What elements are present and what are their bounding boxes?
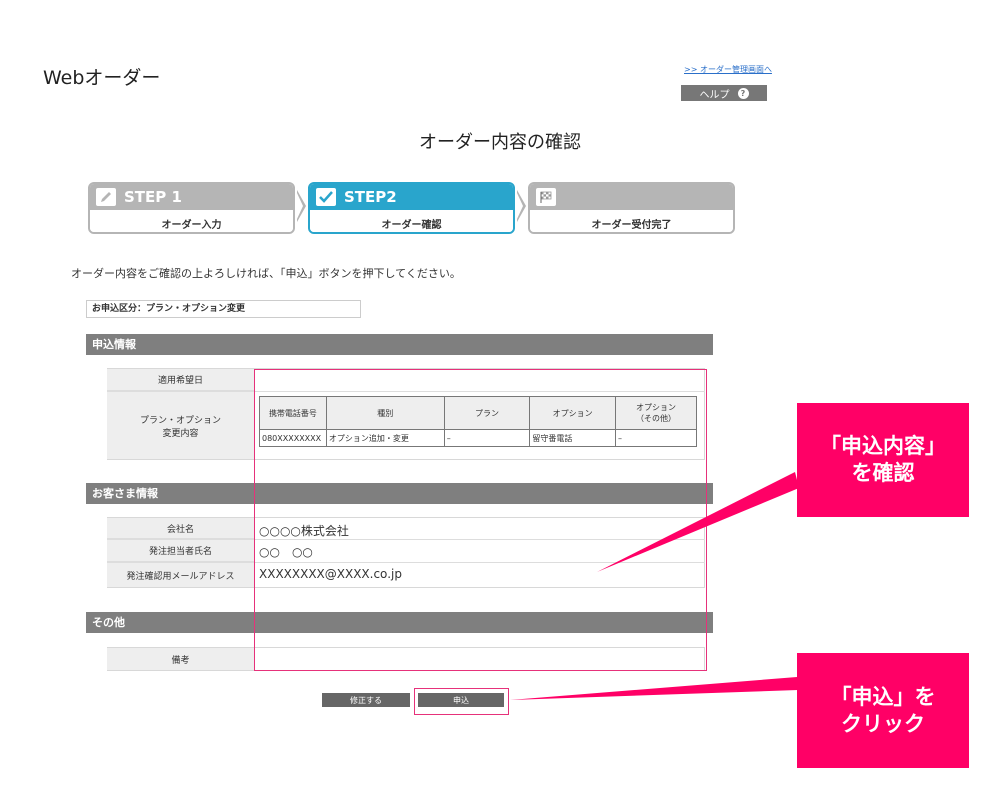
review-arrow [597,472,799,572]
click-callout-line1: 「申込」を [830,684,936,709]
review-callout-line1: 「申込内容」 [820,434,946,458]
review-callout-line2: を確認 [851,461,915,485]
click-callout-line2: クリック [841,711,925,736]
click-arrow [510,677,798,700]
review-callout: 「申込内容」 を確認 [797,403,969,517]
click-callout: 「申込」を クリック [797,653,969,768]
